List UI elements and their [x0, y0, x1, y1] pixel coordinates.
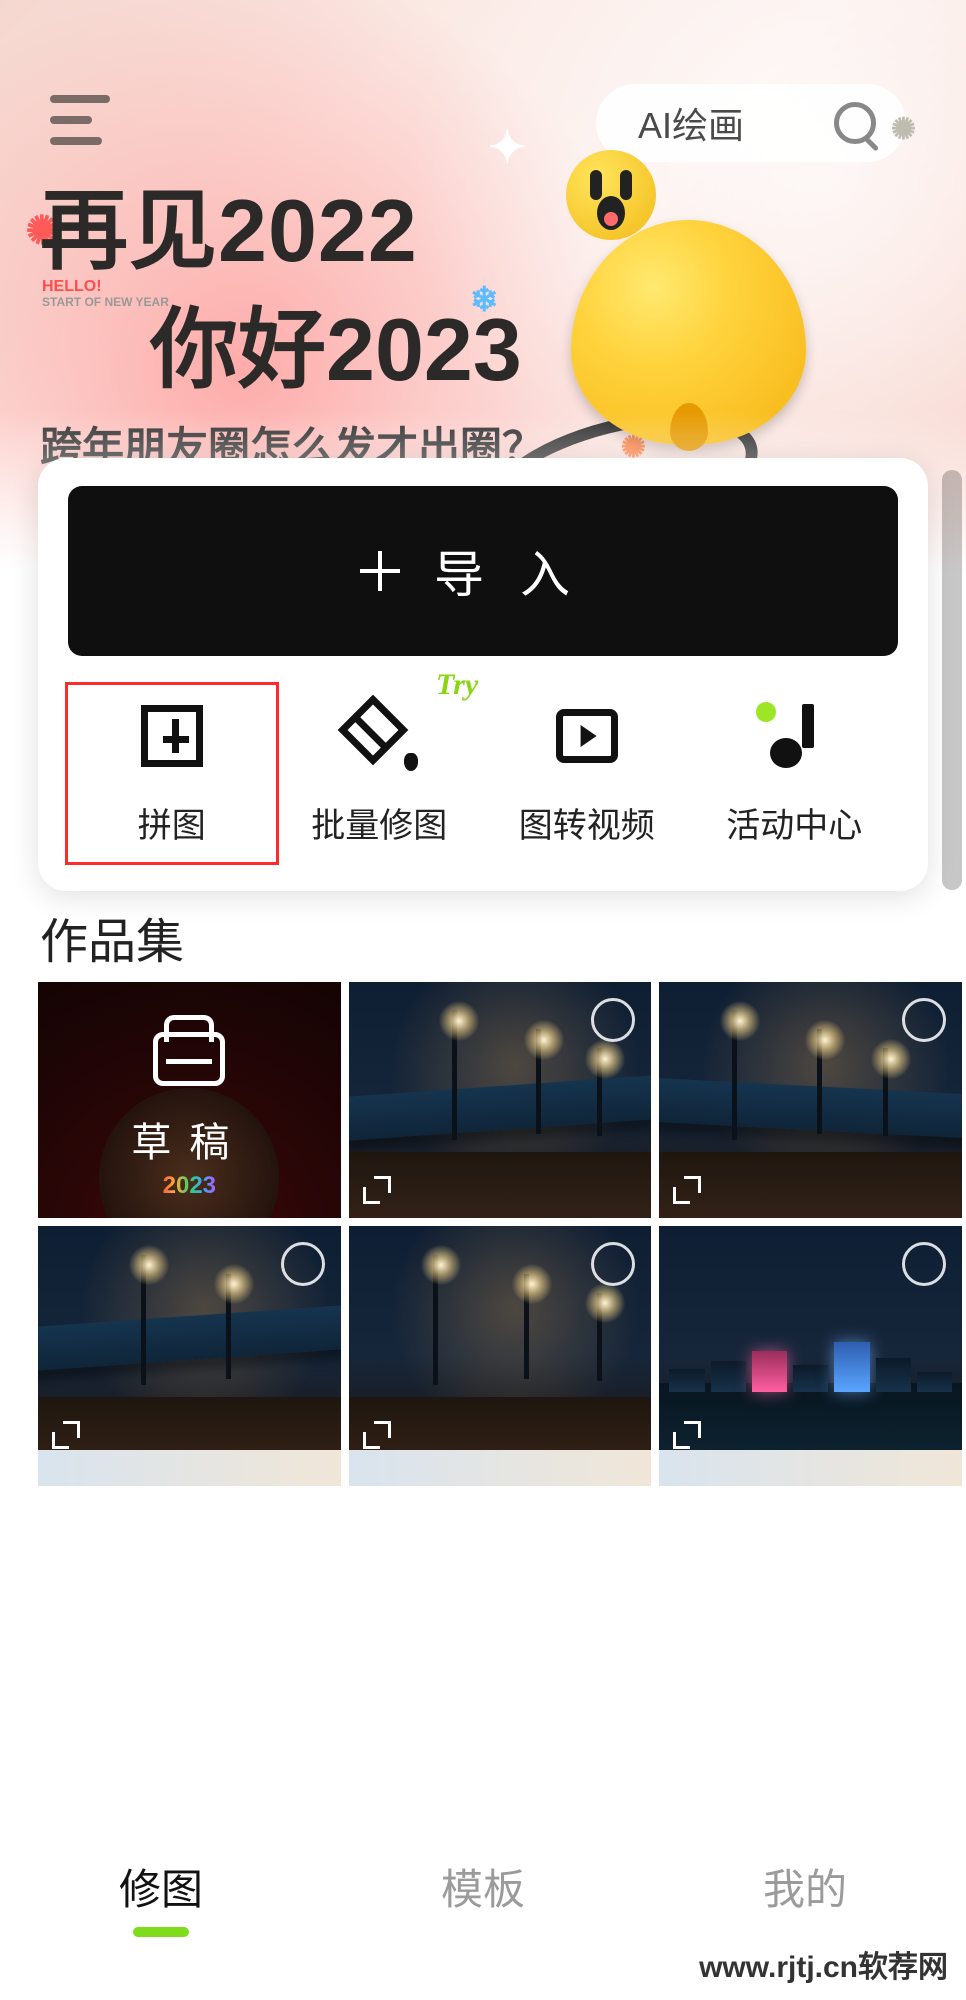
gallery-item[interactable]: [349, 1450, 652, 1486]
action-label: 批量修图: [311, 798, 447, 847]
nav-edit[interactable]: 修图: [119, 1856, 203, 1917]
try-badge: Try: [436, 668, 478, 702]
gallery-item[interactable]: [659, 1226, 962, 1462]
import-label: 导入: [434, 535, 606, 607]
action-label: 拼图: [138, 798, 206, 847]
bucket-icon: [346, 703, 412, 769]
hero-title-line1: 再见2022: [40, 160, 544, 287]
expand-icon[interactable]: [363, 1421, 391, 1449]
gallery-item[interactable]: [659, 1450, 962, 1486]
select-circle-icon[interactable]: [902, 998, 946, 1042]
hero-title-line2: 你好2023: [150, 279, 544, 406]
plus-icon: [360, 551, 400, 591]
search-label: AI绘画: [638, 97, 744, 149]
main-card: 导入 拼图 Try 批量修图 图转视频 活动中心: [38, 458, 928, 891]
select-circle-icon[interactable]: [591, 998, 635, 1042]
select-circle-icon[interactable]: [902, 1242, 946, 1286]
select-circle-icon[interactable]: [281, 1242, 325, 1286]
gallery-item[interactable]: [659, 982, 962, 1218]
expand-icon[interactable]: [673, 1421, 701, 1449]
hello-tag: HELLO! START OF NEW YEAR: [42, 278, 169, 309]
draft-tile[interactable]: 草稿 2023: [38, 982, 341, 1218]
bottom-nav: 修图 模板 我的: [0, 1834, 966, 1938]
collage-icon: [141, 705, 203, 767]
menu-button[interactable]: [50, 95, 110, 145]
gallery-item[interactable]: [38, 1450, 341, 1486]
action-label: 活动中心: [726, 798, 862, 847]
gallery-item[interactable]: [38, 1226, 341, 1462]
action-batch-edit[interactable]: Try 批量修图: [294, 700, 464, 847]
gallery-row-partial: [38, 1450, 962, 1486]
action-activity-center[interactable]: 活动中心: [709, 700, 879, 847]
action-image-to-video[interactable]: 图转视频: [502, 700, 672, 847]
scroll-indicator[interactable]: [942, 470, 962, 890]
expand-icon[interactable]: [363, 1176, 391, 1204]
draft-year: 2023: [163, 1172, 216, 1200]
expand-icon[interactable]: [673, 1176, 701, 1204]
action-collage[interactable]: 拼图: [87, 700, 257, 847]
action-row: 拼图 Try 批量修图 图转视频 活动中心: [68, 700, 898, 847]
music-note-icon: [764, 704, 824, 768]
portfolio-title: 作品集: [40, 902, 184, 972]
action-label: 图转视频: [519, 798, 655, 847]
nav-mine[interactable]: 我的: [763, 1856, 847, 1917]
search-icon: [834, 102, 876, 144]
nav-template[interactable]: 模板: [441, 1856, 525, 1917]
sparkle-icon: ✺: [891, 112, 916, 147]
inbox-icon: [153, 1032, 225, 1086]
gallery-item[interactable]: [349, 1226, 652, 1462]
portfolio-grid: 草稿 2023: [38, 982, 962, 1463]
import-button[interactable]: 导入: [68, 486, 898, 656]
watermark: www.rjtj.cn软荐网: [699, 1942, 948, 1986]
expand-icon[interactable]: [52, 1421, 80, 1449]
play-icon: [556, 709, 618, 763]
draft-label: 草稿: [131, 1110, 247, 1168]
search-button[interactable]: AI绘画: [596, 84, 906, 162]
gallery-item[interactable]: [349, 982, 652, 1218]
